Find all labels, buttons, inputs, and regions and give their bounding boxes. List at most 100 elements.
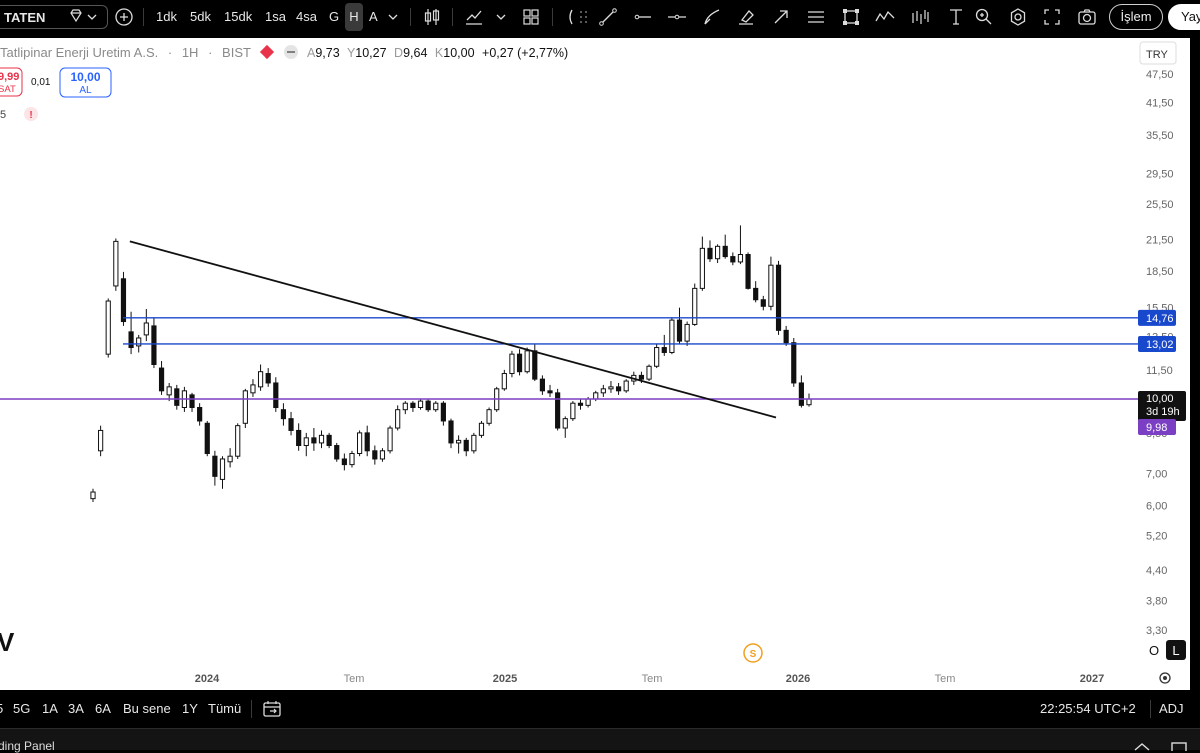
candle-type-icon[interactable] [422, 7, 442, 27]
price-tick: 7,00 [1146, 468, 1167, 480]
time-label: Tem [642, 673, 663, 685]
horizontal-ray-icon[interactable] [633, 7, 653, 27]
candle [242, 388, 248, 429]
interval-1dk[interactable]: 1dk [156, 0, 177, 34]
drag-handle-icon[interactable] [574, 7, 594, 27]
trading-panel-bar: ding Panel [0, 728, 1200, 753]
indicators-chevron-icon[interactable] [496, 12, 506, 22]
legend-exchange: BIST [222, 45, 251, 60]
candle [775, 260, 782, 335]
arrow-tool-icon[interactable] [771, 7, 791, 27]
candle [197, 403, 203, 426]
time-label: 2025 [493, 673, 517, 685]
legend-dot: · [168, 45, 172, 60]
range-6a[interactable]: 6A [95, 701, 111, 716]
settings-icon[interactable] [1008, 7, 1028, 27]
price-tick: 5,20 [1146, 530, 1167, 542]
range-3a[interactable]: 3A [68, 701, 84, 716]
interval-g[interactable]: G [329, 0, 339, 34]
layout-grid-icon[interactable] [521, 7, 541, 27]
text-tool-icon[interactable] [946, 7, 966, 27]
price-chart[interactable]: 47,5041,5035,5029,5025,5021,5018,5015,50… [0, 38, 1190, 690]
interval-a[interactable]: A [369, 0, 378, 34]
time-label: 2026 [786, 673, 810, 685]
candle [151, 317, 157, 369]
range-5g[interactable]: 5G [13, 701, 30, 716]
candle [745, 252, 751, 290]
interval-chevron-icon[interactable] [388, 12, 398, 22]
fullscreen-icon[interactable] [1042, 7, 1062, 27]
add-compare-icon[interactable] [114, 7, 134, 27]
legend-dot-2: · [208, 45, 212, 60]
exchange-flag-icon [259, 44, 275, 60]
symbol-label: TATEN [4, 10, 46, 25]
scale-o-label[interactable]: O [1149, 643, 1159, 658]
chart-area[interactable]: 47,50 41,50 35,50 29,50 25,50 21,50 18,50 15,50… [0, 38, 1190, 690]
trend-line-tool-icon[interactable] [598, 7, 618, 27]
candle [402, 401, 408, 415]
candle [547, 384, 553, 397]
time-label: Tem [344, 673, 365, 685]
range-all[interactable]: Tümü [208, 701, 241, 716]
date-range-icon[interactable] [262, 699, 282, 719]
watermark-logo: V [0, 627, 15, 657]
candle [311, 428, 317, 451]
high-value: 10,27 [355, 46, 386, 60]
adj-toggle[interactable]: ADJ [1159, 701, 1184, 716]
trading-panel-tab[interactable]: ding Panel [0, 739, 55, 753]
price-line-label: 13,02 [1146, 339, 1174, 351]
candle [730, 252, 736, 266]
candle [608, 381, 614, 393]
indicators-icon[interactable] [464, 7, 484, 27]
interval-5dk[interactable]: 5dk [190, 0, 211, 34]
candle [387, 425, 393, 454]
parallel-channel-icon[interactable] [806, 7, 826, 27]
publish-button[interactable]: Yay [1168, 4, 1200, 30]
candle [562, 416, 568, 438]
camera-icon[interactable] [1077, 7, 1097, 27]
candle [524, 347, 530, 374]
interval-1sa[interactable]: 1sa [265, 0, 286, 34]
price-tick: 4,40 [1146, 565, 1167, 577]
candle [676, 307, 683, 345]
candle [654, 344, 660, 369]
interval-4sa[interactable]: 4sa [296, 0, 317, 34]
candle [189, 392, 195, 412]
range-partial[interactable]: 5 [0, 701, 3, 716]
forecast-tool-icon[interactable] [910, 7, 930, 27]
brush-icon[interactable] [702, 7, 722, 27]
price-tick: 41,50 [1146, 97, 1174, 109]
candle [646, 364, 652, 382]
clock-timezone[interactable]: 22:25:54 UTC+2 [1040, 701, 1136, 716]
interval-15dk[interactable]: 15dk [224, 0, 252, 34]
candle [296, 423, 302, 451]
interval-h-active[interactable]: H [345, 3, 363, 31]
candle [395, 405, 401, 431]
candle [600, 384, 606, 397]
highlighter-icon[interactable] [736, 7, 756, 27]
rectangle-tool-icon[interactable] [841, 7, 861, 27]
price-tick: 47,50 [1146, 69, 1174, 81]
range-1y[interactable]: 1Y [182, 701, 198, 716]
top-toolbar: TATEN 1dk 5dk 15dk 1sa 4sa G H A İşlem Y… [0, 0, 1200, 36]
symbol-search[interactable]: TATEN [0, 5, 108, 29]
range-this-year[interactable]: Bu sene [123, 701, 171, 716]
pattern-tool-icon[interactable] [875, 7, 895, 27]
buy-label: AL [79, 85, 92, 96]
legend-interval: 1H [182, 45, 199, 60]
candle [273, 377, 279, 412]
candle [174, 384, 180, 410]
trade-button[interactable]: İşlem [1109, 4, 1163, 30]
range-1a[interactable]: 1A [42, 701, 58, 716]
currency-label: TRY [1146, 49, 1168, 61]
legend-ohlc: A9,73 Y10,27 D9,64 K10,00 +0,27 (+2,77%) [307, 46, 568, 60]
candle [417, 399, 424, 410]
candle [684, 321, 690, 346]
buy-price: 10,00 [70, 70, 100, 84]
candle [478, 420, 485, 438]
indicator-count[interactable]: 5 [0, 109, 6, 121]
zoom-icon[interactable] [974, 7, 994, 27]
candle [798, 375, 804, 408]
candle [669, 317, 675, 355]
horizontal-line-icon[interactable] [667, 7, 687, 27]
